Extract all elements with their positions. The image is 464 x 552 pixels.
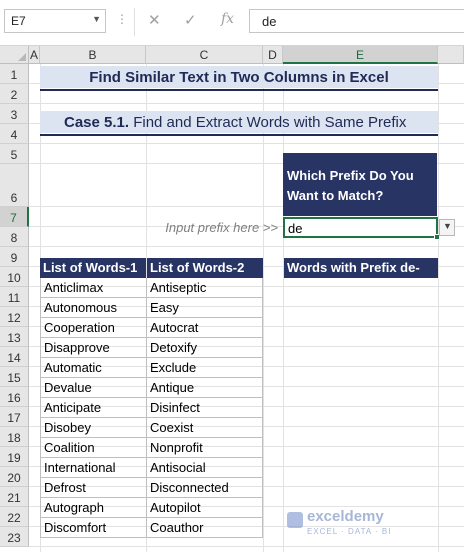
table-cell[interactable]: Devalue — [40, 378, 147, 398]
table-cell[interactable]: Defrost — [40, 478, 147, 498]
table-cell[interactable]: Coexist — [147, 418, 263, 438]
exceldemy-logo-icon — [287, 512, 303, 528]
prefix-input-value: de — [288, 221, 303, 236]
table-cell[interactable]: Disobey — [40, 418, 147, 438]
formula-value: de — [262, 14, 277, 29]
column-header-d[interactable]: D — [263, 46, 283, 64]
row-header-21[interactable]: 21 — [0, 487, 29, 507]
row-header-10[interactable]: 10 — [0, 267, 29, 287]
table-cell[interactable]: Detoxify — [147, 338, 263, 358]
table-cell[interactable]: Autopilot — [147, 498, 263, 518]
row-header-12[interactable]: 12 — [0, 307, 29, 327]
column-header-f[interactable] — [438, 46, 464, 64]
row-header-23[interactable]: 23 — [0, 527, 29, 547]
title-underline — [40, 89, 438, 91]
case-underline — [40, 134, 438, 136]
table-cell[interactable]: Disconnected — [147, 478, 263, 498]
prefix-question-box: Which Prefix Do You Want to Match? — [283, 153, 437, 216]
gridline — [29, 103, 464, 104]
table-cell[interactable]: Anticlimax — [40, 278, 147, 298]
exceldemy-watermark: exceldemy EXCEL · DATA · BI — [287, 508, 407, 548]
result-header: Words with Prefix de- — [284, 258, 438, 278]
row-header-22[interactable]: 22 — [0, 507, 29, 527]
select-all-triangle-icon — [18, 53, 26, 61]
row-header-6[interactable]: 6 — [0, 164, 29, 207]
case-heading: Case 5.1. Find and Extract Words with Sa… — [64, 112, 436, 133]
table-cell[interactable]: Coalition — [40, 438, 147, 458]
prefix-input-cell[interactable]: de — [283, 217, 438, 238]
column-header-b[interactable]: B — [40, 46, 146, 64]
table-cell[interactable]: Coauthor — [147, 518, 263, 538]
input-hint: Input prefix here >> — [165, 220, 278, 235]
sheet-title: Find Similar Text in Two Columns in Exce… — [89, 69, 389, 86]
table-cell[interactable]: Nonprofit — [147, 438, 263, 458]
table-cell[interactable]: Autograph — [40, 498, 147, 518]
table-cell[interactable]: Disinfect — [147, 398, 263, 418]
insert-function-icon[interactable]: fx — [221, 11, 234, 27]
case-text: Find and Extract Words with Same Prefix — [129, 114, 407, 131]
table-cell[interactable]: Automatic — [40, 358, 147, 378]
column-header-c[interactable]: C — [146, 46, 263, 64]
table-cell[interactable]: Easy — [147, 298, 263, 318]
formula-bar: E7 ▼ ⋮ ✕ ✓ fx de — [0, 0, 464, 46]
table-header-words-1: List of Words-1 — [40, 258, 146, 278]
table-cell[interactable]: Autocrat — [147, 318, 263, 338]
name-box-value: E7 — [11, 14, 26, 28]
gridline — [29, 246, 464, 247]
chevron-down-icon: ▼ — [443, 221, 452, 231]
table-cell[interactable]: Autonomous — [40, 298, 147, 318]
cancel-icon[interactable]: ✕ — [148, 11, 161, 29]
row-header-18[interactable]: 18 — [0, 427, 29, 447]
formula-bar-divider — [134, 8, 135, 36]
table-cell[interactable]: Anticipate — [40, 398, 147, 418]
formula-input[interactable]: de — [249, 9, 464, 33]
row-header-1[interactable]: 1 — [0, 64, 29, 84]
row-header-19[interactable]: 19 — [0, 447, 29, 467]
worksheet-grid: A B C D E 1 2 3 4 5 6 7 8 9 10 11 12 13 14 15 16 17 18 19 2… — [0, 46, 464, 552]
table-cell[interactable]: Discomfort — [40, 518, 147, 538]
table-header-words-2: List of Words-2 — [147, 258, 263, 278]
table-cell[interactable]: Antisocial — [147, 458, 263, 478]
row-header-9[interactable]: 9 — [0, 247, 29, 267]
gridline — [29, 143, 464, 144]
row-header-17[interactable]: 17 — [0, 407, 29, 427]
row-header-15[interactable]: 15 — [0, 367, 29, 387]
more-options-icon: ⋮ — [116, 12, 128, 26]
name-box[interactable]: E7 ▼ — [4, 9, 106, 33]
table-cell[interactable]: Exclude — [147, 358, 263, 378]
case-label: Case 5.1. — [64, 114, 130, 131]
table-cell[interactable]: Antique — [147, 378, 263, 398]
table-cell[interactable]: International — [40, 458, 147, 478]
prefix-dropdown-button[interactable]: ▼ — [439, 219, 455, 236]
row-header-2[interactable]: 2 — [0, 84, 29, 104]
select-all-button[interactable] — [0, 46, 29, 64]
enter-icon[interactable]: ✓ — [184, 11, 197, 29]
row-header-20[interactable]: 20 — [0, 467, 29, 487]
gridline — [263, 64, 264, 552]
row-header-4[interactable]: 4 — [0, 124, 29, 144]
column-header-a[interactable]: A — [29, 46, 40, 64]
row-header-5[interactable]: 5 — [0, 144, 29, 164]
row-header-3[interactable]: 3 — [0, 104, 29, 124]
table-cell[interactable]: Disapprove — [40, 338, 147, 358]
gridline — [438, 64, 439, 552]
row-header-8[interactable]: 8 — [0, 227, 29, 247]
column-header-e[interactable]: E — [283, 46, 438, 64]
row-header-16[interactable]: 16 — [0, 387, 29, 407]
chevron-down-icon[interactable]: ▼ — [92, 14, 101, 24]
watermark-tagline: EXCEL · DATA · BI — [307, 527, 392, 536]
gridline — [283, 64, 284, 552]
row-header-11[interactable]: 11 — [0, 287, 29, 307]
row-header-13[interactable]: 13 — [0, 327, 29, 347]
watermark-name: exceldemy — [307, 508, 384, 525]
table-cell[interactable]: Cooperation — [40, 318, 147, 338]
row-header-7[interactable]: 7 — [0, 207, 29, 227]
table-cell[interactable]: Antiseptic — [147, 278, 263, 298]
row-header-14[interactable]: 14 — [0, 347, 29, 367]
